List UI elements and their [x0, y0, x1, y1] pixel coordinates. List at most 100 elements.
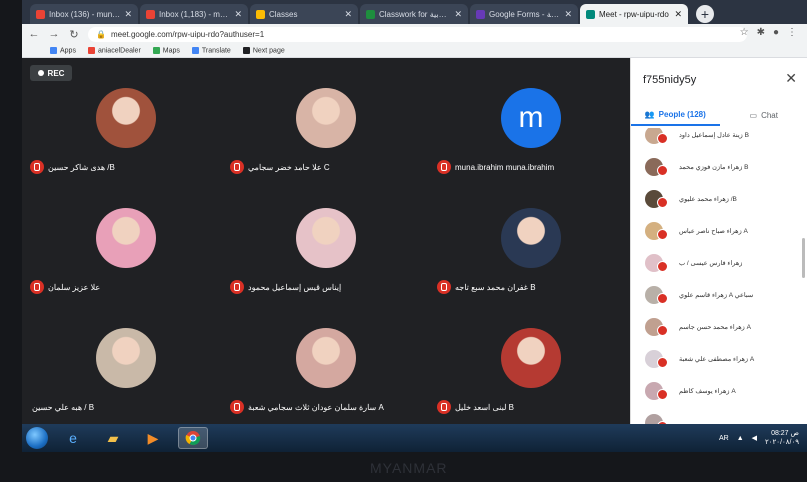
browser-tab[interactable]: Inbox (1,183) - muna.ibr... ✕ — [140, 4, 248, 24]
muted-mic-icon — [657, 261, 668, 272]
participant-row[interactable]: زهراء محمد حسن جاسم A — [645, 316, 800, 340]
back-icon[interactable]: ← — [28, 28, 40, 40]
star-icon[interactable]: ☆ — [740, 27, 749, 38]
participant-row[interactable]: زهراء محمد عليوي /B — [645, 188, 800, 212]
reload-icon[interactable]: ↻ — [68, 28, 80, 41]
tab-favicon-icon — [366, 9, 375, 19]
meeting-code: f755nidy5y — [643, 74, 697, 86]
participant-avatar — [296, 88, 356, 148]
browser-tab[interactable]: Classwork for لغة عربية ✕ — [360, 4, 468, 24]
close-tab-icon[interactable]: ✕ — [124, 9, 132, 20]
watermark: MYANMAR — [370, 460, 448, 476]
photo-frame: Inbox (136) - munan@o...✕Inbox (1,183) -… — [0, 0, 807, 482]
muted-mic-icon — [657, 133, 668, 144]
new-tab-button[interactable]: + — [696, 5, 714, 23]
close-tab-icon[interactable]: ✕ — [454, 9, 462, 20]
ie-icon[interactable]: e — [58, 427, 88, 449]
participant-name: زهراء صباح ناصر عباس A — [679, 228, 748, 235]
muted-mic-icon — [657, 229, 668, 240]
menu-icon[interactable]: ⋮ — [787, 27, 797, 38]
muted-mic-icon — [437, 400, 451, 414]
clock[interactable]: 08:27 ص ٢٠٢٠/٠٨/٠٩ — [765, 429, 799, 447]
muted-mic-icon — [657, 357, 668, 368]
folder-icon[interactable]: ▰ — [98, 427, 128, 449]
bookmark-translate[interactable]: Translate — [191, 46, 231, 54]
volume-icon[interactable]: ◀ — [752, 434, 757, 442]
tab-chat[interactable]: ▭ Chat — [720, 104, 807, 126]
participant-name: علا حامد خضر سجامي C — [248, 163, 330, 172]
bookmark-aniacel[interactable]: aniacelDealer — [87, 46, 141, 54]
muted-mic-icon — [230, 400, 244, 414]
browser-tab[interactable]: Meet - rpw-uipu-rdo ✕ — [580, 4, 688, 24]
participant-name: هدى شاكر حسين /B — [48, 163, 115, 172]
muted-mic-icon — [657, 293, 668, 304]
chrome-icon[interactable] — [178, 427, 208, 449]
browser-tab[interactable]: Inbox (136) - munan@o...✕ — [30, 4, 138, 24]
participant-row[interactable]: زهراء مازن فوزي محمد B — [645, 156, 800, 180]
participant-row[interactable] — [645, 412, 800, 424]
participant-list: زينة عادل إسماعيل داود B زهراء مازن فوزي … — [631, 128, 807, 424]
browser-tab-bar: Inbox (136) - munan@o...✕Inbox (1,183) -… — [22, 0, 807, 24]
record-dot-icon — [37, 70, 44, 76]
tab-favicon-icon — [146, 9, 155, 19]
language-indicator[interactable]: AR — [719, 435, 729, 442]
close-tab-icon[interactable]: ✕ — [344, 9, 352, 20]
start-button[interactable] — [26, 427, 48, 449]
tab-favicon-icon — [476, 9, 485, 19]
participant-row[interactable]: زهراء مصطفى علي شعبة A — [645, 348, 800, 372]
bookmarks-bar: Apps aniacelDealer Maps Translate Next p… — [22, 44, 807, 58]
browser-tab[interactable]: Classes ✕ — [250, 4, 358, 24]
muted-mic-icon — [657, 197, 668, 208]
participant-name: لبنى اسعد خليل B — [455, 403, 514, 412]
participant-name: زهراء محمد عليوي /B — [679, 196, 737, 203]
address-bar-row: ← → ↻ 🔒 meet.google.com/rpw-uipu-rdo?aut… — [22, 24, 807, 44]
participant-row[interactable]: زهراء قاسم علوي A سباعي — [645, 284, 800, 308]
media-player-icon[interactable]: ▶ — [138, 427, 168, 449]
profile-avatar[interactable]: ● — [773, 27, 779, 38]
participant-name: muna.ibrahim muna.ibrahim — [455, 163, 555, 172]
chat-icon: ▭ — [749, 110, 758, 120]
close-tab-icon[interactable]: ✕ — [674, 9, 682, 20]
url-field[interactable]: 🔒 meet.google.com/rpw-uipu-rdo?authuser=… — [88, 26, 747, 42]
participant-name: زينة عادل إسماعيل داود B — [679, 132, 749, 139]
participant-name: علا عزيز سلمان — [48, 283, 101, 292]
close-panel-icon[interactable]: ✕ — [785, 70, 797, 87]
muted-mic-icon — [657, 165, 668, 176]
participant-name: هبه علي حسين / B — [32, 403, 95, 412]
participant-row[interactable]: زهراء فارس عيسى / ب — [645, 252, 800, 276]
participant-name: زهراء يوسف كاظم A — [679, 388, 736, 395]
participant-name: زهراء مصطفى علي شعبة A — [679, 356, 755, 363]
tab-title: Google Forms - حضور الحصة — [489, 9, 560, 19]
muted-mic-icon — [437, 280, 451, 294]
close-tab-icon[interactable]: ✕ — [234, 9, 242, 20]
system-tray: AR ▲ ◀ 08:27 ص ٢٠٢٠/٠٨/٠٩ — [719, 426, 799, 450]
participant-name: زهراء محمد حسن جاسم A — [679, 324, 751, 331]
participant-row[interactable]: زهراء يوسف كاظم A — [645, 380, 800, 404]
participant-name: زهراء قاسم علوي A سباعي — [679, 292, 754, 299]
forward-icon[interactable]: → — [48, 28, 60, 40]
tab-title: Classwork for لغة عربية — [379, 9, 450, 19]
participant-avatar — [296, 208, 356, 268]
participant-avatar: m — [501, 88, 561, 148]
extension-icon[interactable]: ✱ — [757, 27, 765, 38]
participant-name: زهراء فارس عيسى / ب — [679, 260, 743, 267]
bookmark-next-page[interactable]: Next page — [242, 46, 285, 54]
bookmark-maps[interactable]: Maps — [152, 46, 180, 54]
close-tab-icon[interactable]: ✕ — [564, 9, 572, 20]
people-icon: 👥 — [644, 109, 655, 119]
participant-row[interactable]: زهراء صباح ناصر عباس A — [645, 220, 800, 244]
participant-avatar — [501, 208, 561, 268]
participant-row[interactable]: زينة عادل إسماعيل داود B — [645, 128, 800, 148]
participant-avatar — [501, 328, 561, 388]
bookmark-apps[interactable]: Apps — [50, 46, 76, 54]
tab-favicon-icon — [256, 9, 265, 19]
tab-title: Meet - rpw-uipu-rdo — [599, 9, 669, 19]
meet-video-grid: REC هدى شاكر حسين /B علا حامد خضر سجامي C… — [22, 58, 630, 424]
browser-tab[interactable]: Google Forms - حضور الحصة ✕ — [470, 4, 578, 24]
muted-mic-icon — [437, 160, 451, 174]
panel-scrollbar[interactable] — [802, 238, 805, 278]
network-icon[interactable]: ▲ — [737, 435, 744, 442]
participant-avatar — [96, 208, 156, 268]
participant-name: إيناس قيس إسماعيل محمود — [248, 283, 342, 292]
tab-people[interactable]: 👥 People (128) — [631, 104, 720, 126]
